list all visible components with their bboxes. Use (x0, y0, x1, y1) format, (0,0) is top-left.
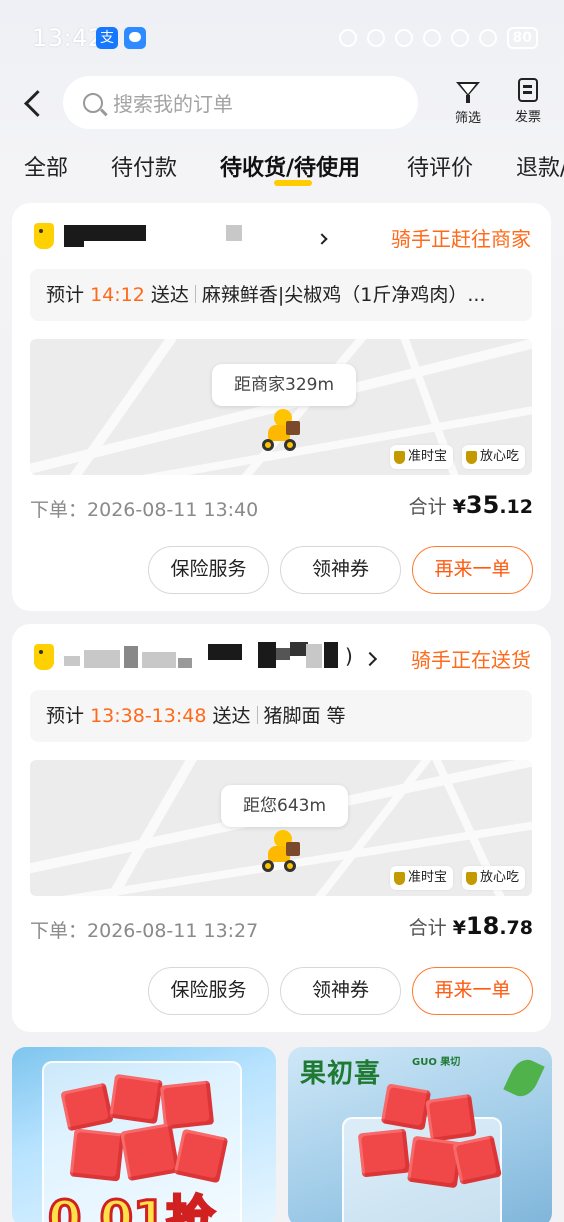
delivery-map[interactable]: 距商家329m 准时宝 放心吃 (30, 339, 532, 475)
eta-prefix: 预计 (46, 705, 85, 727)
eta-box: 预计 13:38-13:48 送达 猪脚面 等 (30, 690, 532, 742)
bluetooth-icon (338, 29, 357, 47)
map-distance-label: 距您643m (221, 785, 349, 827)
shop-chevron-icon[interactable] (362, 651, 378, 667)
filter-label: 筛选 (454, 111, 481, 126)
redacted-shop-name (64, 656, 80, 666)
eta-suffix: 送达 (212, 705, 251, 727)
insurance-button[interactable]: 保险服务 (148, 546, 269, 594)
battery-indicator: 80 (506, 27, 538, 49)
order-tabs: 全部 待付款 待收货/待使用 待评价 退款/ (0, 146, 564, 192)
map-distance-label: 距商家329m (212, 364, 357, 406)
mint-leaf-icon (503, 1054, 545, 1102)
badge-safe-food: 放心吃 (462, 445, 526, 469)
delivery-map[interactable]: 距您643m 准时宝 放心吃 (30, 760, 532, 896)
delivery-status: 骑手正赶往商家 (391, 227, 531, 251)
reorder-button[interactable]: 再来一单 (412, 967, 533, 1015)
badge-on-time: 准时宝 (390, 866, 454, 890)
brand-name: 果初喜 (300, 1059, 382, 1089)
rider-icon (262, 830, 302, 874)
coupon-button[interactable]: 领神券 (280, 546, 401, 594)
invoice-icon (518, 78, 538, 102)
eta-time: 14:12 (90, 284, 145, 306)
eta-time: 13:38-13:48 (90, 705, 207, 727)
order-total: 合计 ¥35.12 (408, 491, 533, 519)
rider-icon (262, 409, 302, 453)
coupon-button[interactable]: 领神券 (280, 967, 401, 1015)
order-items: 麻辣鲜香|尖椒鸡（1斤净鸡肉）... (201, 284, 486, 306)
nfc-icon (366, 29, 385, 47)
mute-icon (394, 29, 413, 47)
invoice-button[interactable]: 发票 (505, 78, 551, 125)
tab-pending-payment[interactable]: 待付款 (111, 150, 177, 182)
search-icon (83, 92, 103, 113)
order-card[interactable]: 骑手正赶往商家 预计 14:12 送达 麻辣鲜香|尖椒鸡（1斤净鸡肉）... 距商… (12, 203, 551, 611)
brand-sub: GUO 果切 (412, 1057, 461, 1068)
eta-box: 预计 14:12 送达 麻辣鲜香|尖椒鸡（1斤净鸡肉）... (30, 269, 532, 321)
back-button[interactable] (18, 84, 52, 122)
delivery-status: 骑手正在送货 (411, 648, 531, 672)
header: 搜索我的订单 筛选 发票 (0, 74, 564, 132)
invoice-label: 发票 (514, 110, 541, 125)
signal-icon (478, 29, 497, 47)
shield-icon (466, 450, 477, 464)
filter-icon (456, 82, 480, 96)
shield-icon (394, 450, 405, 464)
order-items: 猪脚面 等 (263, 705, 346, 727)
promo-card-watermelon[interactable]: 0.01抢 (12, 1047, 276, 1222)
moon-icon (422, 29, 441, 47)
active-tab-indicator (274, 180, 312, 186)
tab-all[interactable]: 全部 (24, 150, 68, 182)
message-notification-icon (124, 27, 146, 49)
status-icons: 80 (338, 27, 538, 49)
shield-icon (394, 871, 405, 885)
status-bar: 13:42 支 80 (0, 0, 564, 76)
order-time: 下单：2026-08-11 13:40 (30, 499, 259, 521)
status-time: 13:42 (32, 24, 104, 52)
filter-button[interactable]: 筛选 (445, 78, 491, 126)
badge-safe-food: 放心吃 (462, 866, 526, 890)
search-placeholder: 搜索我的订单 (113, 92, 233, 116)
order-time: 下单：2026-08-11 13:27 (30, 920, 259, 942)
tab-pending-review[interactable]: 待评价 (407, 150, 473, 182)
promo-card-fruit-brand[interactable]: 果初喜 GUO 果切 (288, 1047, 552, 1222)
reorder-button[interactable]: 再来一单 (412, 546, 533, 594)
tab-refund[interactable]: 退款/ (516, 150, 564, 182)
wifi-icon (450, 29, 469, 47)
badge-on-time: 准时宝 (390, 445, 454, 469)
alipay-notification-icon: 支 (96, 27, 118, 49)
tab-pending-receipt[interactable]: 待收货/待使用 (220, 150, 360, 182)
shield-icon (466, 871, 477, 885)
order-total: 合计 ¥18.78 (408, 912, 533, 940)
eta-prefix: 预计 (46, 284, 85, 306)
search-input[interactable]: 搜索我的订单 (63, 76, 418, 129)
shop-chevron-icon[interactable] (316, 233, 328, 245)
eta-suffix: 送达 (150, 284, 189, 306)
order-card[interactable]: ) 骑手正在送货 预计 13:38-13:48 送达 猪脚面 等 距您643m 准… (12, 624, 551, 1032)
insurance-button[interactable]: 保险服务 (148, 967, 269, 1015)
shop-logo (32, 642, 56, 672)
promo-price: 0.01抢 (46, 1190, 215, 1222)
shop-logo (32, 221, 56, 251)
